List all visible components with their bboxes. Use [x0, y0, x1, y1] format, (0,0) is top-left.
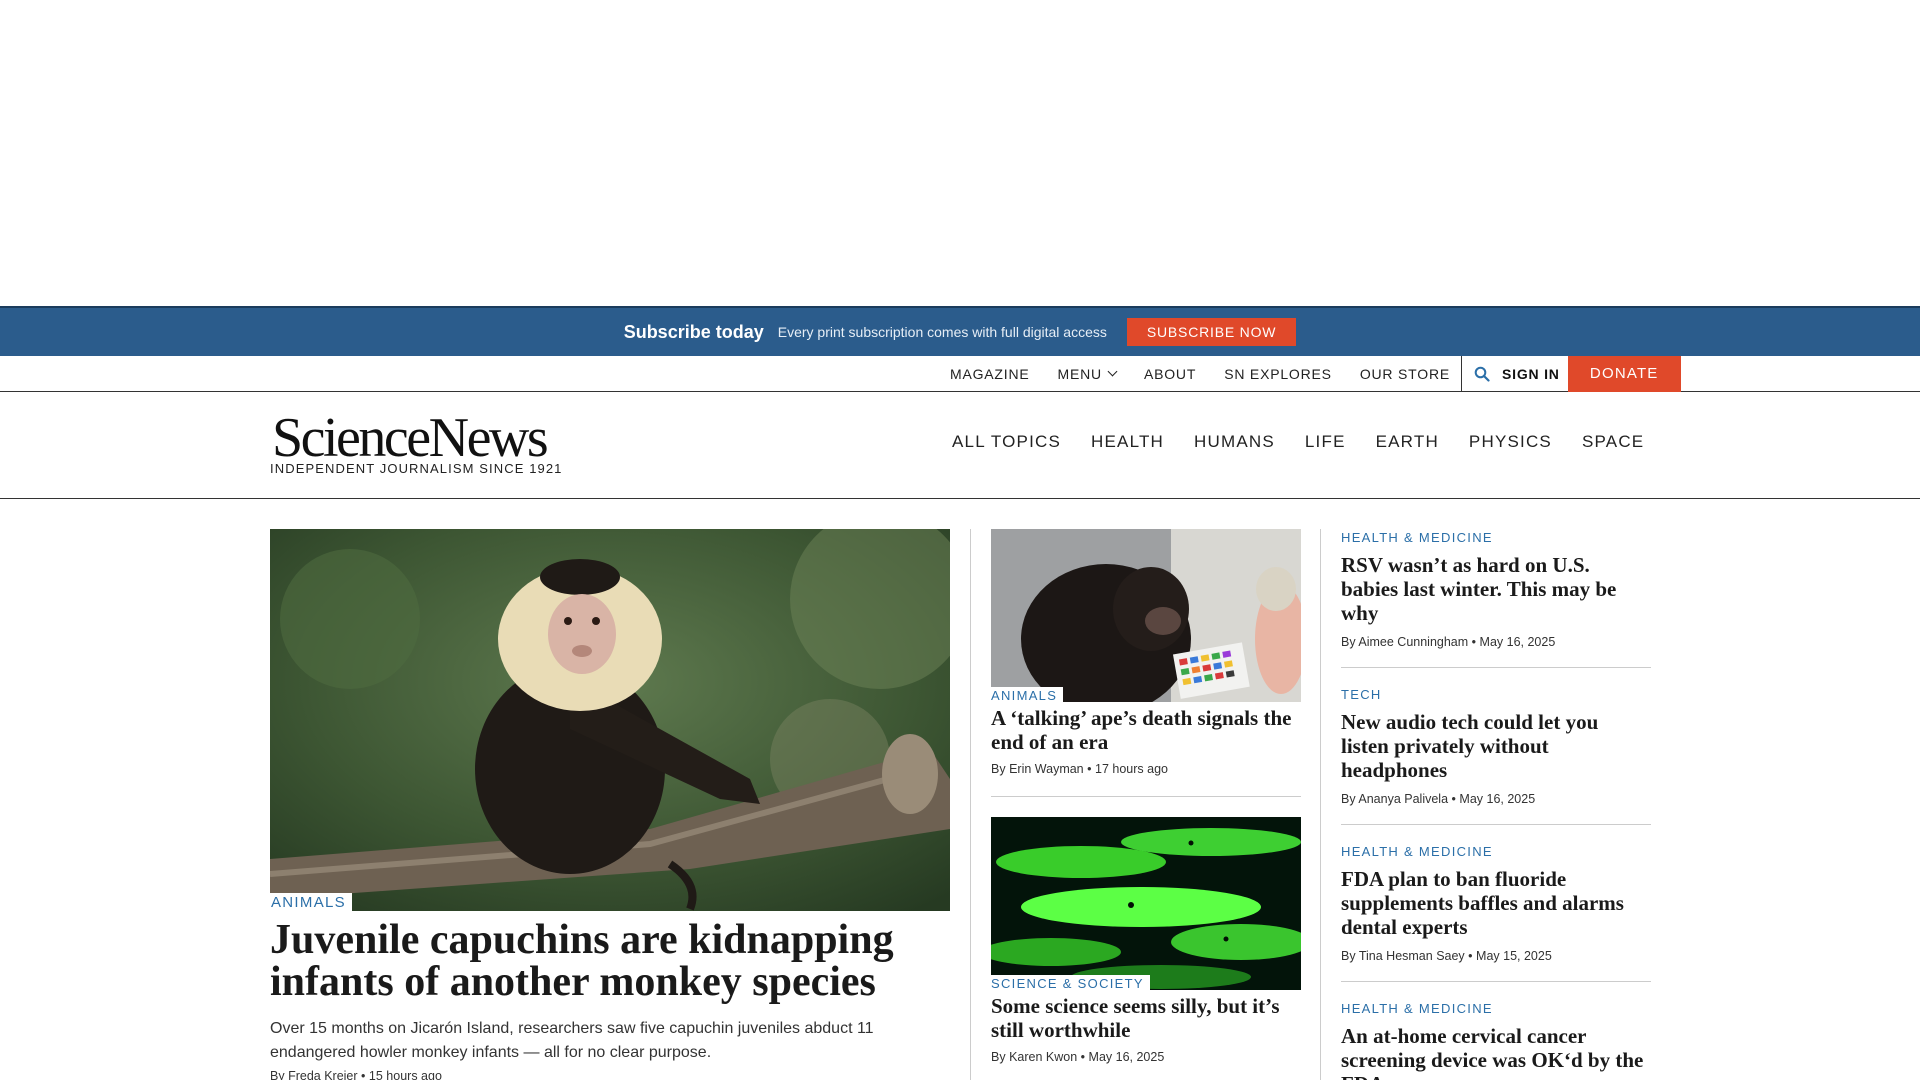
story-category-tag[interactable]: HEALTH & MEDICINE: [1341, 530, 1493, 545]
story-time: May 16, 2025: [1459, 792, 1536, 806]
feature-category-tag[interactable]: ANIMALS: [270, 893, 352, 911]
feature-image[interactable]: ANIMALS: [270, 529, 950, 911]
byline-prefix: By: [1341, 792, 1356, 806]
story-byline: By Ananya Palivela • May 16, 2025: [1341, 792, 1651, 806]
utility-actions: SIGN IN DONATE: [1461, 355, 1681, 392]
donate-button[interactable]: DONATE: [1567, 355, 1681, 392]
subscribe-now-button[interactable]: SUBSCRIBE NOW: [1126, 318, 1297, 346]
story-headline[interactable]: FDA plan to ban fluoride supplements baf…: [1341, 867, 1651, 939]
byline-prefix: By: [991, 1050, 1006, 1064]
story-byline: By Erin Wayman • 17 hours ago: [991, 762, 1301, 776]
masthead: ScienceNews INDEPENDENT JOURNALISM SINCE…: [0, 392, 1920, 499]
feature-time: 15 hours ago: [368, 1069, 442, 1080]
byline-separator: •: [361, 1069, 366, 1080]
utility-links: MAGAZINE MENU ABOUT SN EXPLORES OUR STOR…: [950, 356, 1478, 391]
story-list-item: HEALTH & MEDICINE An at-home cervical ca…: [1341, 1000, 1651, 1080]
story-author[interactable]: Ananya Palivela: [1358, 792, 1448, 806]
byline-prefix: By: [991, 762, 1006, 776]
story-list-item: HEALTH & MEDICINE RSV wasn’t as hard on …: [1341, 529, 1651, 668]
right-column: HEALTH & MEDICINE RSV wasn’t as hard on …: [1341, 529, 1651, 1080]
search-icon[interactable]: [1462, 356, 1502, 391]
story-byline: By Aimee Cunningham • May 16, 2025: [1341, 635, 1651, 649]
story-image[interactable]: ANIMALS: [991, 529, 1301, 702]
story-time: 17 hours ago: [1095, 762, 1168, 776]
feature-dek: Over 15 months on Jicarón Island, resear…: [270, 1020, 874, 1061]
nav-life[interactable]: LIFE: [1305, 432, 1346, 452]
story-list-item: HEALTH & MEDICINE FDA plan to ban fluori…: [1341, 843, 1651, 982]
story-author[interactable]: Aimee Cunningham: [1358, 635, 1468, 649]
feature-story: ANIMALS Juvenile capuchins are kidnappin…: [270, 529, 950, 1080]
story-list-item: TECH New audio tech could let you listen…: [1341, 686, 1651, 825]
byline-separator: •: [1471, 635, 1477, 649]
feature-headline[interactable]: Juvenile capuchins are kidnapping infant…: [270, 919, 950, 1003]
column-divider: [970, 529, 971, 1080]
story-category-tag[interactable]: SCIENCE & SOCIETY: [991, 975, 1150, 990]
menu-label: MENU: [1057, 365, 1102, 382]
story-headline[interactable]: New audio tech could let you listen priv…: [1341, 710, 1651, 782]
nav-health[interactable]: HEALTH: [1091, 432, 1164, 452]
nav-all-topics[interactable]: ALL TOPICS: [952, 432, 1061, 452]
nav-space[interactable]: SPACE: [1582, 432, 1644, 452]
sciencenews-logo[interactable]: ScienceNews: [272, 410, 549, 466]
story-image[interactable]: SCIENCE & SOCIETY: [991, 817, 1301, 990]
nav-earth[interactable]: EARTH: [1376, 432, 1439, 452]
nav-humans[interactable]: HUMANS: [1194, 432, 1275, 452]
byline-separator: •: [1451, 792, 1456, 806]
about-link[interactable]: ABOUT: [1144, 366, 1196, 382]
story-category-tag[interactable]: HEALTH & MEDICINE: [1341, 1001, 1493, 1016]
subscribe-text: Every print subscription comes with full…: [777, 324, 1107, 340]
byline-separator: •: [1087, 762, 1092, 776]
sign-in-link[interactable]: SIGN IN: [1502, 366, 1560, 382]
story-card: SCIENCE & SOCIETY Some science seems sil…: [991, 817, 1301, 1064]
sn-explores-link[interactable]: SN EXPLORES: [1224, 366, 1332, 382]
story-author[interactable]: Karen Kwon: [1009, 1050, 1077, 1064]
feature-byline: By Freda Kreier • 15 hours ago: [270, 1069, 950, 1080]
story-time: May 16, 2025: [1088, 1050, 1165, 1064]
byline-prefix: By: [1341, 949, 1356, 963]
story-author[interactable]: Tina Hesman Saey: [1359, 949, 1465, 963]
magazine-link[interactable]: MAGAZINE: [950, 366, 1030, 382]
story-author[interactable]: Erin Wayman: [1009, 762, 1084, 776]
story-time: May 16, 2025: [1479, 635, 1556, 649]
byline-separator: •: [1080, 1050, 1086, 1064]
story-headline[interactable]: An at-home cervical cancer screening dev…: [1341, 1024, 1651, 1080]
nav-physics[interactable]: PHYSICS: [1469, 432, 1552, 452]
utility-bar: MAGAZINE MENU ABOUT SN EXPLORES OUR STOR…: [0, 355, 1920, 392]
story-headline[interactable]: RSV wasn’t as hard on U.S. babies last w…: [1341, 553, 1651, 625]
story-headline[interactable]: Some science seems silly, but it’s still…: [991, 994, 1301, 1042]
tagline: INDEPENDENT JOURNALISM SINCE 1921: [270, 461, 563, 476]
menu-dropdown[interactable]: MENU: [1057, 365, 1118, 382]
main-nav: ALL TOPICS HEALTH HUMANS LIFE EARTH PHYS…: [952, 432, 1644, 452]
story-divider: [991, 796, 1301, 797]
story-byline: By Tina Hesman Saey • May 15, 2025: [1341, 949, 1651, 963]
chevron-down-icon: [1107, 366, 1118, 377]
story-headline[interactable]: A ‘talking’ ape’s death signals the end …: [991, 706, 1301, 754]
story-time: May 15, 2025: [1476, 949, 1552, 963]
subscribe-title: Subscribe today: [623, 321, 764, 342]
story-card: ANIMALS A ‘talking’ ape’s death signals …: [991, 529, 1301, 776]
middle-column: ANIMALS A ‘talking’ ape’s death signals …: [991, 529, 1301, 1064]
feature-author[interactable]: Freda Kreier: [288, 1069, 357, 1080]
story-category-tag[interactable]: TECH: [1341, 687, 1382, 702]
subscribe-bar: Subscribe today Every print subscription…: [0, 306, 1920, 356]
ad-space: [0, 0, 1920, 306]
story-byline: By Karen Kwon • May 16, 2025: [991, 1050, 1301, 1064]
byline-prefix: By: [270, 1069, 285, 1080]
story-category-tag[interactable]: ANIMALS: [991, 687, 1064, 702]
column-divider: [1320, 529, 1321, 1080]
byline-separator: •: [1468, 949, 1473, 963]
our-store-link[interactable]: OUR STORE: [1360, 366, 1450, 382]
story-category-tag[interactable]: HEALTH & MEDICINE: [1341, 844, 1493, 859]
byline-prefix: By: [1341, 635, 1356, 649]
